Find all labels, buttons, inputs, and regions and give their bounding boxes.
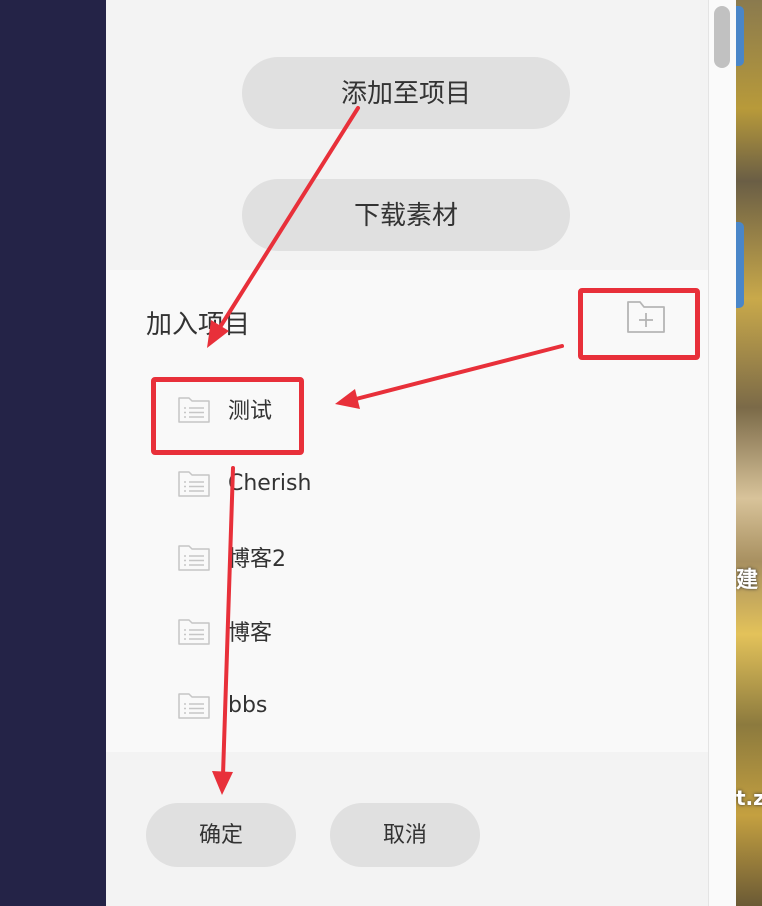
scrollbar-thumb[interactable] bbox=[714, 6, 730, 68]
cancel-button[interactable]: 取消 bbox=[330, 803, 480, 867]
section-title: 加入项目 bbox=[146, 310, 251, 340]
add-to-project-button[interactable]: 添加至项目 bbox=[242, 57, 570, 129]
scrollbar-track[interactable] bbox=[708, 0, 736, 906]
project-item[interactable]: 测试 bbox=[178, 389, 478, 429]
project-name: 博客 bbox=[228, 621, 273, 646]
folder-list-icon bbox=[178, 693, 210, 719]
sidebar-dark-strip bbox=[0, 0, 106, 906]
new-folder-button[interactable] bbox=[626, 298, 666, 334]
background-tab bbox=[736, 6, 744, 66]
background-tab bbox=[736, 222, 744, 308]
project-name: Cherish bbox=[228, 470, 312, 496]
folder-plus-icon bbox=[627, 301, 665, 333]
folder-list-icon bbox=[178, 397, 210, 423]
project-name: 博客2 bbox=[228, 547, 286, 572]
project-list-area bbox=[106, 270, 708, 752]
confirm-button[interactable]: 确定 bbox=[146, 803, 296, 867]
folder-list-icon bbox=[178, 619, 210, 645]
project-name: bbs bbox=[228, 692, 268, 718]
project-item[interactable]: bbs bbox=[178, 685, 478, 725]
project-item[interactable]: 博客 bbox=[178, 611, 478, 651]
folder-list-icon bbox=[178, 545, 210, 571]
project-item[interactable]: 博客2 bbox=[178, 537, 478, 577]
background-text: 建 bbox=[736, 568, 759, 593]
download-material-button[interactable]: 下载素材 bbox=[242, 179, 570, 251]
project-item[interactable]: Cherish bbox=[178, 463, 478, 503]
project-name: 测试 bbox=[228, 399, 273, 424]
background-photo bbox=[736, 0, 762, 906]
background-text: t.z bbox=[736, 786, 762, 810]
folder-list-icon bbox=[178, 471, 210, 497]
